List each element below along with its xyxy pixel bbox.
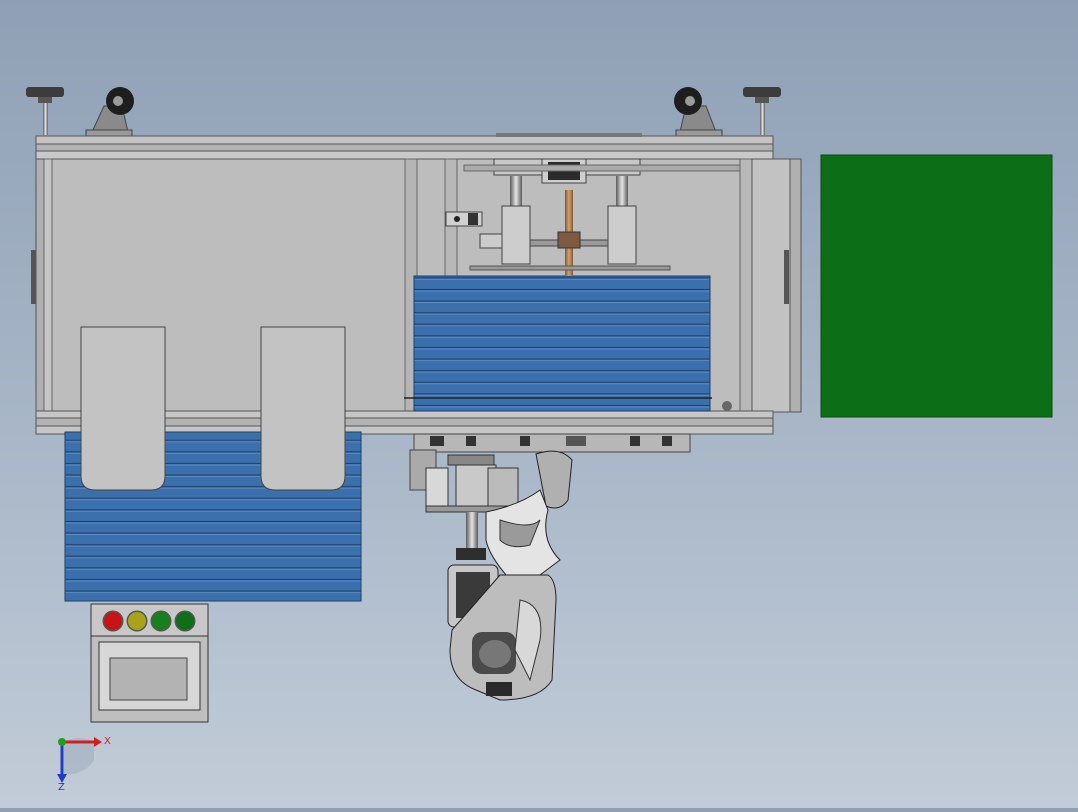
cover-bracket-1 bbox=[80, 326, 166, 491]
caster-wheel-left bbox=[85, 87, 134, 137]
cad-viewport[interactable]: X Z bbox=[0, 0, 1078, 808]
green-light-1 bbox=[152, 612, 170, 630]
axis-triad: X Z bbox=[57, 736, 111, 793]
green-light-2 bbox=[176, 612, 194, 630]
yellow-light bbox=[128, 612, 146, 630]
top-rail bbox=[35, 133, 774, 160]
louver-panel-right bbox=[413, 275, 711, 412]
control-panel bbox=[90, 603, 209, 723]
axis-x-label: X bbox=[104, 736, 111, 747]
leveling-foot-left bbox=[26, 87, 64, 135]
red-light bbox=[104, 612, 122, 630]
green-block bbox=[820, 154, 1053, 418]
caster-wheel-right bbox=[674, 87, 723, 137]
leveling-foot-right bbox=[743, 87, 781, 135]
hmi-screen bbox=[109, 657, 188, 701]
cover-bracket-2 bbox=[260, 326, 346, 491]
cad-model-view[interactable]: X Z bbox=[0, 0, 1078, 808]
axis-z-label: Z bbox=[58, 782, 65, 793]
